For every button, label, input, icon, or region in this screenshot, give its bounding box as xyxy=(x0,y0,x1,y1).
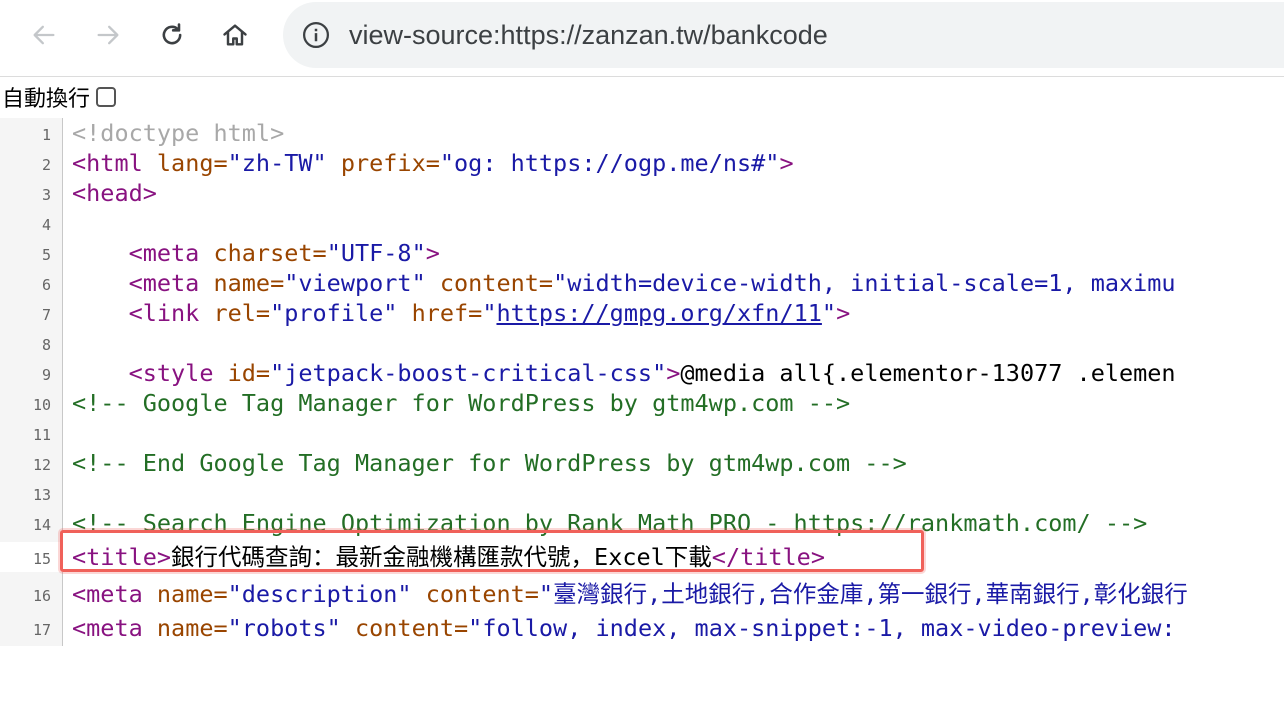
attr-name: name= xyxy=(142,614,228,642)
attr-value: "follow, index, max-snippet:-1, max-vide… xyxy=(468,614,1176,642)
browser-toolbar: view-source:https://zanzan.tw/bankcode xyxy=(0,0,1284,77)
arrow-left-icon xyxy=(33,25,55,45)
line-number: 2 xyxy=(41,156,51,174)
source-line: 8 xyxy=(0,328,1284,358)
source-line: 5 <meta charset="UTF-8"> xyxy=(0,238,1284,268)
line-number: 6 xyxy=(41,276,51,294)
line-number: 13 xyxy=(32,486,51,504)
source-line: 7 <link rel="profile" href="https://gmpg… xyxy=(0,298,1284,328)
attr-name: name= xyxy=(142,580,228,608)
arrow-right-icon xyxy=(97,25,119,45)
attr-name: content= xyxy=(340,614,469,642)
source-view: 1 <!doctype html> 2 <html lang="zh-TW" p… xyxy=(0,118,1284,646)
back-button[interactable] xyxy=(24,15,64,55)
line-number: 4 xyxy=(41,216,51,234)
attr-value: "jetpack-boost-critical-css" xyxy=(270,359,667,387)
html-tag: <head> xyxy=(72,179,157,207)
href-link[interactable]: https://gmpg.org/xfn/11 xyxy=(496,299,821,327)
html-tag: > xyxy=(836,299,851,327)
address-bar[interactable]: view-source:https://zanzan.tw/bankcode xyxy=(283,2,1284,68)
attr-name: id= xyxy=(213,359,271,387)
line-number: 5 xyxy=(41,246,51,264)
attr-value: "臺灣銀行,土地銀行,合作金庫,第一銀行,華南銀行,彰化銀行 xyxy=(538,580,1188,608)
attr-name: content= xyxy=(411,580,539,608)
attr-name: href= xyxy=(397,299,483,327)
reload-icon xyxy=(162,23,182,45)
attr-value: " xyxy=(482,299,497,327)
source-line: 6 <meta name="viewport" content="width=d… xyxy=(0,268,1284,298)
html-comment: <!-- End Google Tag Manager for WordPres… xyxy=(72,449,907,477)
line-number: 16 xyxy=(32,587,51,605)
line-number: 17 xyxy=(32,621,51,639)
home-icon xyxy=(223,24,247,46)
html-tag: <link xyxy=(72,299,200,327)
html-tag: > xyxy=(666,359,681,387)
attr-value: "zh-TW" xyxy=(227,149,327,177)
attr-value: "UTF-8" xyxy=(326,239,426,267)
line-wrap-toggle: 自動換行 xyxy=(0,78,1284,116)
attr-name: name= xyxy=(199,269,285,297)
home-button[interactable] xyxy=(215,15,255,55)
attr-value: "width=device-width, initial-scale=1, ma… xyxy=(553,269,1176,297)
html-tag: <meta xyxy=(72,614,143,642)
line-number: 10 xyxy=(32,396,51,414)
source-line: 11 xyxy=(0,418,1284,448)
title-highlight-box xyxy=(60,530,924,572)
attr-name: rel= xyxy=(199,299,271,327)
attr-value: "viewport" xyxy=(284,269,426,297)
line-number: 14 xyxy=(32,516,51,534)
line-number: 8 xyxy=(41,336,51,354)
line-number: 11 xyxy=(32,426,51,444)
html-tag: > xyxy=(779,149,794,177)
forward-button[interactable] xyxy=(88,15,128,55)
attr-value: "profile" xyxy=(270,299,398,327)
html-tag: <html xyxy=(72,149,143,177)
source-line: 2 <html lang="zh-TW" prefix="og: https:/… xyxy=(0,148,1284,178)
source-line: 3 <head> xyxy=(0,178,1284,208)
reload-button[interactable] xyxy=(152,15,192,55)
source-line: 10 <!-- Google Tag Manager for WordPress… xyxy=(0,388,1284,418)
attr-value: "robots" xyxy=(227,614,341,642)
source-line: 1 <!doctype html> xyxy=(0,118,1284,148)
html-tag: <meta xyxy=(72,580,143,608)
attr-name: content= xyxy=(425,269,554,297)
doctype: <!doctype html> xyxy=(72,119,285,147)
attr-value: " xyxy=(821,299,837,327)
html-comment: <!-- Google Tag Manager for WordPress by… xyxy=(72,389,851,417)
line-number: 12 xyxy=(32,456,51,474)
html-tag: > xyxy=(425,239,440,267)
attr-value: "og: https://ogp.me/ns#" xyxy=(439,149,780,177)
css-text: @media all{.elementor-13077 .elemen xyxy=(680,359,1176,387)
line-wrap-checkbox[interactable] xyxy=(96,87,117,107)
line-number: 3 xyxy=(41,186,51,204)
line-number: 7 xyxy=(41,306,51,324)
html-tag: <meta xyxy=(72,269,200,297)
source-line: 16 <meta name="description" content="臺灣銀… xyxy=(0,579,1284,609)
attr-name: prefix= xyxy=(326,149,440,177)
source-line: 13 xyxy=(0,478,1284,508)
source-line: 4 xyxy=(0,208,1284,238)
line-wrap-label: 自動換行 xyxy=(2,87,91,112)
source-line: 9 <style id="jetpack-boost-critical-css"… xyxy=(0,358,1284,388)
source-line: 17 <meta name="robots" content="follow, … xyxy=(0,613,1284,643)
attr-name: lang= xyxy=(142,149,228,177)
source-line: 12 <!-- End Google Tag Manager for WordP… xyxy=(0,448,1284,478)
line-number: 15 xyxy=(32,550,51,568)
html-tag: <meta xyxy=(72,239,200,267)
url-text[interactable]: view-source:https://zanzan.tw/bankcode xyxy=(349,20,828,51)
html-tag: <style xyxy=(72,359,214,387)
attr-value: "description" xyxy=(227,580,412,608)
line-number: 9 xyxy=(41,366,51,384)
info-icon[interactable] xyxy=(301,20,331,50)
line-number: 1 xyxy=(41,126,51,144)
attr-name: charset= xyxy=(199,239,327,267)
